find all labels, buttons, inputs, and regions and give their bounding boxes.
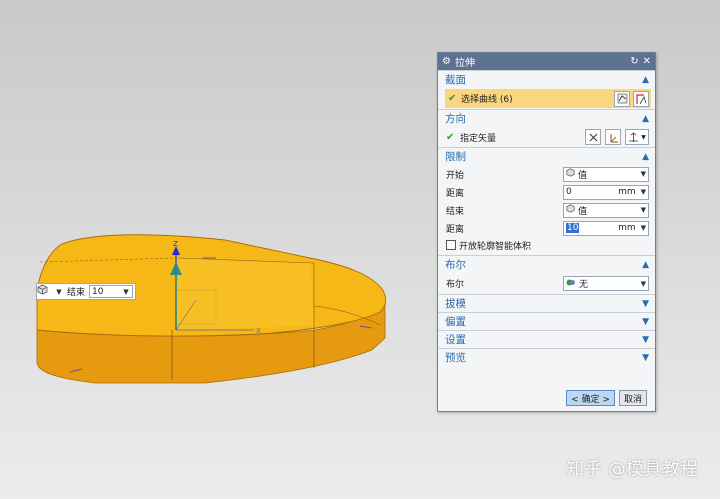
extrude-dialog: ⚙ 拉伸 ↻ ✕ 截面 ▲ ✔ 选择曲线 (6) 方向 ▲ ✔ 指定矢量 ▼ 限… (437, 52, 656, 412)
chevron-up-icon[interactable]: ▲ (642, 75, 649, 85)
chevron-down-icon: ▼ (641, 133, 646, 141)
curve-rule-icon[interactable] (614, 90, 630, 107)
chevron-down-icon: ▼ (640, 206, 646, 214)
distance-end-input[interactable]: 10 mm ▼ (563, 220, 649, 236)
start-type-value: 值 (578, 170, 588, 181)
section-header-settings[interactable]: 设置 ▼ (438, 330, 655, 348)
section-header-offset[interactable]: 偏置 ▼ (438, 312, 655, 330)
vector-dialog-icon[interactable] (605, 129, 621, 145)
vector-type-dropdown[interactable]: ▼ (625, 129, 649, 145)
dialog-title-bar[interactable]: ⚙ 拉伸 ↻ ✕ (438, 53, 655, 70)
gear-icon[interactable]: ⚙ (442, 56, 451, 67)
cancel-button[interactable]: 取消 (618, 390, 647, 406)
chevron-down-icon[interactable]: ▼ (55, 288, 63, 296)
section-title: 布尔 (445, 259, 466, 271)
dialog-title: 拉伸 (454, 58, 475, 69)
watermark: 知乎 @模具教程 (566, 459, 698, 480)
boolean-none-icon (566, 278, 576, 290)
section-header-draft[interactable]: 拔模 ▼ (438, 294, 655, 312)
distance-end-row: 距离 10 mm ▼ (438, 219, 655, 237)
section-header-preview[interactable]: 预览 ▼ (438, 348, 655, 366)
section-title: 偏置 (445, 316, 466, 328)
boolean-value: 无 (579, 280, 589, 290)
open-profile-row[interactable]: 开放轮廓智能体积 (438, 237, 655, 253)
axis-x-label: X (256, 327, 261, 335)
checkmark-icon: ✔ (448, 93, 457, 104)
end-row: 结束 值 ▼ (438, 201, 655, 219)
chevron-down-icon[interactable]: ▼ (642, 317, 649, 327)
chevron-up-icon[interactable]: ▲ (642, 114, 649, 124)
mini-end-value-field[interactable]: 10 ▼ (89, 285, 133, 298)
mini-end-label: 结束 (67, 288, 86, 298)
axis-z-label: Z (173, 240, 178, 248)
end-type-value: 值 (578, 206, 588, 217)
chevron-down-icon[interactable]: ▼ (122, 288, 130, 296)
sketch-section-icon[interactable] (633, 90, 649, 107)
start-row: 开始 值 ▼ (438, 165, 655, 183)
distance-start-input[interactable]: 0 mm ▼ (563, 184, 649, 200)
open-profile-checkbox[interactable] (446, 240, 456, 250)
section-header-direction[interactable]: 方向 ▲ (438, 109, 655, 127)
select-curve-label: 选择曲线 (6) (461, 95, 513, 105)
reset-icon[interactable]: ↻ (630, 56, 638, 67)
start-label: 开始 (446, 170, 465, 181)
distance-label: 距离 (446, 224, 465, 235)
ok-button[interactable]: < 确定 > (566, 390, 615, 406)
distance-start-value: 0 (566, 187, 572, 197)
cube-icon (566, 204, 575, 216)
reverse-direction-icon[interactable] (585, 129, 601, 145)
cube-icon (566, 168, 575, 180)
chevron-down-icon: ▼ (640, 188, 646, 196)
section-header-limits[interactable]: 限制 ▲ (438, 147, 655, 165)
distance-label: 距离 (446, 188, 465, 199)
chevron-down-icon: ▼ (640, 170, 646, 178)
close-icon[interactable]: ✕ (643, 56, 651, 67)
boolean-label: 布尔 (446, 280, 465, 290)
specify-vector-row[interactable]: ✔ 指定矢量 ▼ (438, 127, 655, 147)
select-curve-row[interactable]: ✔ 选择曲线 (6) (445, 89, 651, 108)
chevron-up-icon[interactable]: ▲ (642, 152, 649, 162)
section-title: 设置 (445, 334, 466, 346)
section-title: 方向 (445, 113, 466, 125)
end-type-select[interactable]: 值 ▼ (563, 202, 649, 218)
distance-start-row: 距离 0 mm ▼ (438, 183, 655, 201)
section-title: 拔模 (445, 298, 466, 310)
start-type-select[interactable]: 值 ▼ (563, 166, 649, 182)
open-profile-label: 开放轮廓智能体积 (459, 241, 532, 252)
dialog-buttons: < 确定 > 取消 (438, 390, 655, 406)
section-title: 预览 (445, 352, 466, 364)
distance-end-unit: mm (618, 223, 636, 233)
specify-vector-label: 指定矢量 (460, 133, 497, 144)
chevron-down-icon[interactable]: ▼ (642, 353, 649, 363)
chevron-up-icon[interactable]: ▲ (642, 260, 649, 270)
distance-end-value: 10 (566, 223, 580, 233)
checkmark-icon: ✔ (446, 131, 455, 143)
chevron-down-icon: ▼ (640, 224, 646, 232)
limit-handle-toolbar[interactable]: ▼ 结束 10 ▼ (36, 283, 136, 300)
chevron-down-icon[interactable]: ▼ (642, 299, 649, 309)
mini-end-value: 10 (92, 286, 104, 297)
end-label: 结束 (446, 206, 465, 217)
boolean-select[interactable]: 无 ▼ (563, 276, 649, 291)
distance-start-unit: mm (618, 187, 636, 197)
section-header-boolean[interactable]: 布尔 ▲ (438, 255, 655, 273)
boolean-row: 布尔 无 ▼ (438, 273, 655, 294)
section-title: 限制 (445, 151, 466, 163)
chevron-down-icon: ▼ (640, 279, 646, 288)
chevron-down-icon[interactable]: ▼ (642, 335, 649, 345)
cube-icon (37, 284, 53, 298)
section-title: 截面 (445, 74, 466, 86)
section-header-curve[interactable]: 截面 ▲ (438, 70, 655, 88)
